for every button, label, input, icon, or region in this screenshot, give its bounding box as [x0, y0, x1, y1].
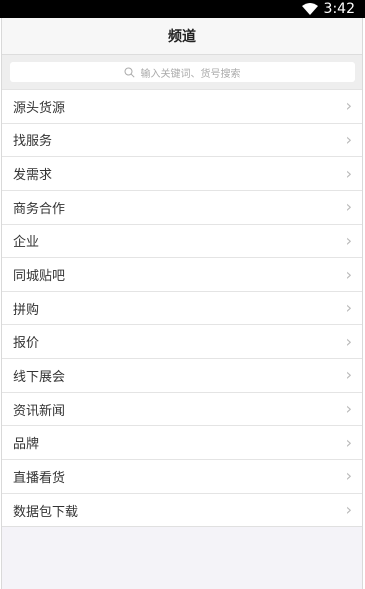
chevron-right-icon: ›: [345, 432, 352, 452]
channel-label: 品牌: [13, 437, 40, 453]
search-input[interactable]: 输入关键词、货号搜索: [9, 62, 355, 82]
channel-item-post-demand[interactable]: 发需求 ›: [2, 157, 362, 191]
channel-label: 拼购: [13, 302, 40, 318]
chevron-right-icon: ›: [345, 129, 352, 149]
channel-label: 数据包下载: [13, 504, 79, 520]
channel-label: 找服务: [13, 134, 53, 150]
status-bar: 3:42: [0, 0, 365, 18]
channel-item-news[interactable]: 资讯新闻 ›: [2, 393, 362, 427]
page-title: 频道: [168, 29, 196, 45]
channel-item-source-supply[interactable]: 源头货源 ›: [2, 90, 362, 124]
channel-item-brand[interactable]: 品牌 ›: [2, 426, 362, 461]
channel-item-quotation[interactable]: 报价 ›: [2, 325, 362, 360]
chevron-right-icon: ›: [345, 298, 352, 318]
channel-item-data-download[interactable]: 数据包下载 ›: [2, 494, 362, 528]
chevron-right-icon: ›: [345, 500, 352, 519]
channel-item-offline-expo[interactable]: 线下展会 ›: [2, 359, 362, 393]
wifi-icon: [301, 3, 318, 15]
app-screen: 频道 输入关键词、货号搜索 源头货源 › 找服务 › 发需求 › 商务合作 › …: [1, 18, 363, 589]
channel-label: 线下展会: [13, 369, 66, 385]
channel-label: 资讯新闻: [13, 403, 66, 419]
channel-label: 企业: [13, 235, 40, 251]
search-placeholder: 输入关键词、货号搜索: [140, 68, 241, 80]
chevron-right-icon: ›: [345, 365, 352, 385]
nav-bar: 频道: [2, 18, 362, 55]
channel-label: 发需求: [13, 168, 53, 184]
channel-item-enterprise[interactable]: 企业 ›: [2, 225, 362, 259]
channel-item-group-buy[interactable]: 拼购 ›: [2, 292, 362, 326]
search-icon: [124, 67, 135, 78]
chevron-right-icon: ›: [345, 96, 352, 116]
channel-label: 报价: [13, 336, 40, 352]
empty-area: [2, 527, 362, 588]
chevron-right-icon: ›: [345, 399, 352, 419]
status-time: 3:42: [323, 1, 355, 17]
chevron-right-icon: ›: [345, 163, 352, 183]
chevron-right-icon: ›: [345, 331, 352, 351]
channel-item-local-forum[interactable]: 同城贴吧 ›: [2, 258, 362, 292]
channel-item-find-service[interactable]: 找服务 ›: [2, 124, 362, 158]
chevron-right-icon: ›: [345, 466, 352, 486]
channel-label: 同城贴吧: [13, 269, 66, 285]
channel-label: 源头货源: [13, 100, 66, 116]
channel-item-business-cooperation[interactable]: 商务合作 ›: [2, 191, 362, 225]
channel-label: 商务合作: [13, 201, 66, 217]
channel-item-live-viewing[interactable]: 直播看货 ›: [2, 460, 362, 494]
channel-list: 源头货源 › 找服务 › 发需求 › 商务合作 › 企业 › 同城贴吧 › 拼购…: [2, 90, 362, 528]
channel-label: 直播看货: [13, 470, 66, 486]
search-bar-container: 输入关键词、货号搜索: [2, 55, 362, 90]
status-right: 3:42: [301, 0, 355, 18]
chevron-right-icon: ›: [345, 197, 352, 217]
chevron-right-icon: ›: [345, 230, 352, 250]
chevron-right-icon: ›: [345, 264, 352, 284]
